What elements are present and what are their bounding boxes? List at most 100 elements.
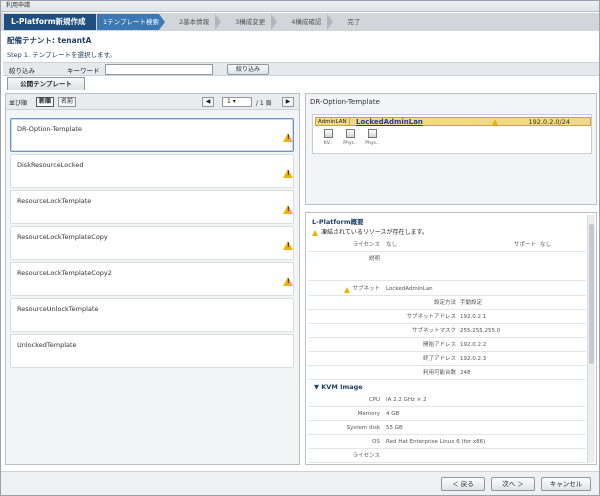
server-icon bbox=[345, 129, 355, 138]
footer-bar: ＜ 戻る 次へ ＞ キャンセル bbox=[1, 471, 599, 495]
detail-row: OS Red Hat Enterprise Linux 6 (for x86) bbox=[308, 436, 586, 449]
row-key: CPU bbox=[368, 397, 380, 403]
vm-node[interactable]: Phys.. bbox=[341, 129, 359, 146]
detail-row: CPU IA 2.2 GHz × 2 bbox=[308, 394, 586, 407]
subnet-label: サブネット bbox=[352, 286, 380, 292]
detail-warning-text: 凍結されているリソースが存在します。 bbox=[321, 229, 428, 236]
detail-row: 設定方法 手動設定 bbox=[308, 297, 586, 310]
sort-newest-button[interactable]: 新順 bbox=[36, 97, 55, 107]
template-card[interactable]: DR-Option-Template bbox=[10, 118, 294, 152]
row-value: 55 GB bbox=[386, 425, 403, 431]
license-value: なし bbox=[386, 242, 398, 248]
detail-row: 説明 bbox=[308, 253, 586, 281]
back-button[interactable]: ＜ 戻る bbox=[441, 477, 485, 491]
wizard-bar: L-Platform新規作成 1テンプレート検索 2基本情報 3構成変更 4構成… bbox=[1, 13, 599, 31]
platform-detail-panel: L-Platform概要 凍結されているリソースが存在します。 ライセンス なし… bbox=[305, 212, 597, 465]
list-toolbar: 並び順 新順 名前 ◀ 1 ▾ / 1 頁 ▶ bbox=[6, 94, 299, 110]
vm-label: Phys.. bbox=[343, 141, 357, 146]
subnet-value: LockedAdminLan bbox=[386, 286, 433, 292]
detail-warning: 凍結されているリソースが存在します。 bbox=[312, 227, 428, 236]
template-name: ResourceLockTemplate bbox=[17, 197, 92, 205]
kvm-section-header[interactable]: ▼ KVM Image bbox=[308, 381, 586, 393]
detail-row: 終了アドレス 192.0.2.3 bbox=[308, 353, 586, 366]
row-value: 192.0.2.2 bbox=[460, 342, 487, 348]
keyword-input[interactable] bbox=[105, 64, 213, 75]
prev-page-icon[interactable]: ◀ bbox=[202, 97, 214, 107]
next-button[interactable]: 次へ ＞ bbox=[491, 477, 535, 491]
network-subnet: 192.0.2.0/24 bbox=[528, 118, 570, 126]
support-label: サポート bbox=[513, 242, 536, 248]
description-label: 説明 bbox=[368, 256, 380, 262]
page-current: 1 bbox=[227, 98, 231, 105]
page-select[interactable]: 1 ▾ bbox=[222, 97, 252, 107]
vm-node[interactable]: Phys.. bbox=[363, 129, 381, 146]
detail-row: Memory 4 GB bbox=[308, 408, 586, 421]
template-card[interactable]: ResourceLockTemplateCopy bbox=[10, 226, 294, 260]
row-value: 248 bbox=[460, 370, 471, 376]
row-key: 利用可能台数 bbox=[422, 370, 456, 376]
template-preview-panel: DR-Option-Template AdminLAN LockedAdminL… bbox=[305, 93, 597, 205]
detail-scrollbar[interactable] bbox=[587, 215, 595, 463]
wizard-step-config-confirm: 4構成確認 bbox=[291, 18, 322, 26]
scrollbar-thumb[interactable] bbox=[589, 224, 594, 364]
template-name: DR-Option-Template bbox=[17, 125, 82, 133]
wizard-step-basic-info: 2基本情報 bbox=[178, 18, 210, 26]
tenant-label: 配備テナント: tenantA bbox=[7, 36, 92, 45]
vm-label: KV.. bbox=[323, 141, 333, 146]
template-card[interactable]: DiskResourceLocked bbox=[10, 154, 294, 188]
wizard-step-complete: 完了 bbox=[347, 18, 361, 26]
network-name-link[interactable]: LockedAdminLan bbox=[356, 118, 423, 126]
wizard-steps: 1テンプレート検索 2基本情報 3構成変更 4構成確認 完了 bbox=[97, 14, 591, 30]
sort-name-button[interactable]: 名前 bbox=[58, 97, 77, 107]
next-page-icon[interactable]: ▶ bbox=[282, 97, 294, 107]
vm-node[interactable]: KV.. bbox=[319, 129, 337, 146]
row-value: 255.255.255.0 bbox=[460, 328, 501, 334]
detail-row: 開始アドレス 192.0.2.2 bbox=[308, 339, 586, 352]
row-key: Memory bbox=[357, 411, 380, 417]
step-instructions: Step 1. テンプレートを選択します。 bbox=[7, 51, 116, 59]
row-key: 開始アドレス bbox=[422, 342, 456, 348]
detail-row: 利用可能台数 248 bbox=[308, 367, 586, 380]
row-key: 終了アドレス bbox=[422, 356, 456, 362]
template-card[interactable]: UnlockedTemplate bbox=[10, 334, 294, 368]
detail-row: サブネットアドレス 192.0.2.1 bbox=[308, 311, 586, 324]
window-title: 利用申請 bbox=[1, 1, 599, 12]
wizard-brand: L-Platform新規作成 bbox=[4, 14, 96, 30]
template-card[interactable]: ResourceLockTemplateCopy2 bbox=[10, 262, 294, 296]
row-value: 192.0.2.3 bbox=[460, 356, 487, 362]
filter-button[interactable]: 絞り込み bbox=[227, 64, 269, 75]
network-segment[interactable]: AdminLAN LockedAdminLan 192.0.2.0/24 bbox=[315, 117, 591, 126]
application-window: 利用申請 L-Platform新規作成 1テンプレート検索 2基本情報 3構成変… bbox=[0, 0, 600, 496]
detail-row: サブネットマスク 255.255.255.0 bbox=[308, 325, 586, 338]
license-label: ライセンス bbox=[352, 242, 380, 248]
template-card[interactable]: ResourceUnlockTemplate bbox=[10, 298, 294, 332]
row-key: サブネットアドレス bbox=[406, 314, 456, 320]
filter-bar: 絞り込み キーワード 絞り込み bbox=[3, 62, 599, 76]
template-card[interactable]: ResourceLockTemplate bbox=[10, 190, 294, 224]
row-key: ライセンス bbox=[352, 453, 380, 459]
warning-icon bbox=[283, 133, 293, 142]
support-value: なし bbox=[540, 242, 552, 248]
template-name: ResourceUnlockTemplate bbox=[17, 305, 99, 313]
warning-icon bbox=[283, 241, 293, 250]
row-key: System disk bbox=[346, 425, 380, 431]
cancel-button[interactable]: キャンセル bbox=[541, 477, 591, 491]
server-icon bbox=[367, 129, 377, 138]
sort-label: 並び順 bbox=[9, 100, 28, 107]
row-value: 192.0.2.1 bbox=[460, 314, 487, 320]
template-list-panel: 並び順 新順 名前 ◀ 1 ▾ / 1 頁 ▶ DR-Option-Templa… bbox=[5, 93, 300, 465]
page-total: / 1 頁 bbox=[256, 100, 272, 107]
row-value: IA 2.2 GHz × 2 bbox=[386, 397, 427, 403]
warning-icon bbox=[312, 229, 318, 236]
wizard-step-template-search: 1テンプレート検索 bbox=[97, 14, 159, 30]
tab-public-templates[interactable]: 公開テンプレート bbox=[7, 77, 85, 90]
preview-title: DR-Option-Template bbox=[310, 98, 380, 106]
template-name: DiskResourceLocked bbox=[17, 161, 84, 169]
admin-lan-label: AdminLAN bbox=[318, 118, 350, 126]
filter-label: 絞り込み bbox=[9, 67, 35, 75]
template-name: UnlockedTemplate bbox=[17, 341, 77, 349]
detail-title: L-Platform概要 bbox=[312, 218, 364, 226]
kvm-title: KVM Image bbox=[321, 383, 363, 391]
row-value: 4 GB bbox=[386, 411, 400, 417]
template-name: ResourceLockTemplateCopy2 bbox=[17, 269, 112, 277]
